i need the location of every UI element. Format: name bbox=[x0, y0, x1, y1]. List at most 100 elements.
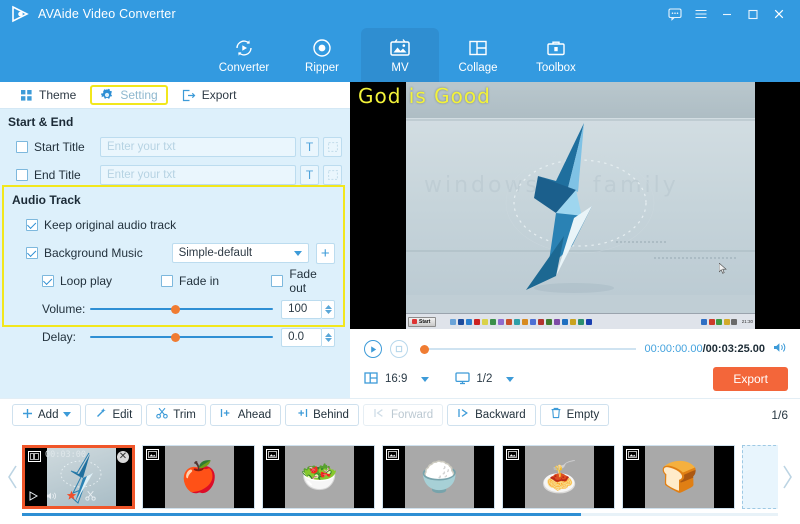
split-screen-value: 1/2 bbox=[476, 373, 493, 385]
filmstrip-clip-1[interactable]: 00:03:00 ✕ bbox=[22, 445, 135, 509]
ahead-button[interactable]: Ahead bbox=[209, 403, 282, 426]
feedback-icon[interactable] bbox=[662, 1, 688, 27]
filmstrip-next-arrow[interactable] bbox=[778, 430, 796, 524]
edit-button[interactable]: Edit bbox=[85, 403, 143, 426]
picture-frame-icon bbox=[388, 37, 412, 59]
volume-value[interactable]: 100 bbox=[281, 299, 323, 319]
tab-theme[interactable]: Theme bbox=[10, 85, 86, 105]
behind-button-label: Behind bbox=[313, 408, 349, 421]
title-bar: AVAide Video Converter bbox=[0, 0, 800, 28]
background-music-select[interactable]: Simple-default bbox=[171, 243, 309, 263]
gear-icon bbox=[100, 88, 114, 102]
fade-in-checkbox[interactable] bbox=[161, 275, 174, 287]
trim-button[interactable]: Trim bbox=[146, 403, 206, 426]
menu-icon[interactable] bbox=[688, 1, 714, 27]
video-stage[interactable]: windows xp family bbox=[350, 82, 800, 329]
filmstrip-scrollbar[interactable] bbox=[22, 513, 778, 516]
background-music-value: Simple-default bbox=[178, 247, 253, 259]
seek-bar-knob[interactable] bbox=[420, 344, 429, 354]
filmstrip-clip-6[interactable]: 🍞 bbox=[622, 445, 735, 509]
keep-original-checkbox[interactable] bbox=[26, 219, 38, 231]
forward-button[interactable]: Forward bbox=[362, 403, 444, 426]
maximize-icon[interactable] bbox=[740, 1, 766, 27]
playback-row: 00:00:00.00/00:03:25.00 bbox=[364, 337, 788, 361]
volume-slider[interactable] bbox=[89, 301, 274, 317]
volume-slider-knob[interactable] bbox=[171, 304, 181, 314]
nav-item-ripper[interactable]: Ripper bbox=[283, 28, 361, 82]
toolbox-icon bbox=[545, 37, 567, 59]
nav-item-collage[interactable]: Collage bbox=[439, 28, 517, 82]
clip-filmstrip: 00:03:00 ✕ 🍎 🥗 🍚 🍝 🍞 bbox=[0, 430, 800, 524]
export-button[interactable]: Export bbox=[713, 367, 788, 391]
clip-1-duration: 00:03:00 bbox=[45, 450, 86, 460]
filmstrip-prev-arrow[interactable] bbox=[4, 430, 22, 524]
filmstrip-clip-4[interactable]: 🍚 bbox=[382, 445, 495, 509]
seek-bar[interactable] bbox=[420, 342, 637, 356]
volume-label: Volume: bbox=[42, 302, 86, 316]
filmstrip-scrollbar-thumb[interactable] bbox=[22, 513, 582, 516]
filmstrip-clip-5[interactable]: 🍝 bbox=[502, 445, 615, 509]
delay-label: Delay: bbox=[42, 330, 77, 344]
nav-item-converter[interactable]: Converter bbox=[205, 28, 283, 82]
behind-button[interactable]: Behind bbox=[285, 403, 359, 426]
start-title-checkbox[interactable] bbox=[16, 141, 28, 153]
grid-dots-icon bbox=[20, 89, 33, 102]
trim-button-label: Trim bbox=[173, 408, 196, 421]
end-title-text-button[interactable]: T bbox=[300, 165, 319, 185]
app-logo-icon bbox=[10, 4, 30, 24]
end-title-checkbox[interactable] bbox=[16, 169, 28, 181]
clip-play-icon[interactable] bbox=[28, 490, 39, 504]
split-screen-control[interactable]: 1/2 bbox=[455, 371, 515, 388]
mouse-cursor-icon bbox=[718, 262, 727, 274]
clip-3-thumbnail: 🥗 bbox=[285, 446, 354, 508]
aspect-ratio-control[interactable]: 16:9 bbox=[364, 371, 430, 388]
main-content: Theme Setting Export Start & End Start T… bbox=[0, 82, 800, 398]
clip-volume-icon[interactable] bbox=[46, 491, 58, 504]
end-title-row: End Title T bbox=[16, 163, 342, 187]
monitor-icon bbox=[455, 371, 471, 388]
delay-slider[interactable] bbox=[89, 329, 274, 345]
tab-export[interactable]: Export bbox=[172, 85, 247, 105]
start-title-text-button[interactable]: T bbox=[300, 137, 319, 157]
add-button[interactable]: Add bbox=[12, 403, 82, 426]
export-arrow-icon bbox=[182, 89, 196, 102]
remove-clip-icon[interactable]: ✕ bbox=[117, 451, 129, 463]
play-circle-icon[interactable] bbox=[364, 340, 382, 358]
clip-trim-icon[interactable] bbox=[85, 490, 96, 504]
end-title-style-button[interactable] bbox=[323, 165, 342, 185]
move-forward-icon bbox=[373, 407, 386, 422]
output-options-row: 16:9 1/2 Export bbox=[364, 365, 788, 393]
audio-track-heading: Audio Track bbox=[12, 193, 81, 207]
add-music-button[interactable]: + bbox=[315, 242, 335, 264]
filmstrip-track: 00:03:00 ✕ 🍎 🥗 🍚 🍝 🍞 bbox=[22, 445, 778, 509]
edit-button-label: Edit bbox=[112, 408, 133, 421]
split-chevron-down-icon bbox=[506, 376, 515, 382]
tab-setting[interactable]: Setting bbox=[90, 85, 168, 105]
filmstrip-clip-3[interactable]: 🥗 bbox=[262, 445, 375, 509]
backward-button[interactable]: Backward bbox=[447, 403, 536, 426]
stop-square-icon[interactable] bbox=[390, 340, 408, 358]
clip-effects-icon[interactable] bbox=[66, 490, 77, 504]
delay-value[interactable]: 0.0 bbox=[281, 327, 323, 347]
start-title-style-button[interactable] bbox=[323, 137, 342, 157]
start-title-input[interactable] bbox=[100, 137, 296, 157]
nav-item-mv[interactable]: MV bbox=[361, 28, 439, 82]
nav-item-toolbox[interactable]: Toolbox bbox=[517, 28, 595, 82]
nav-label-mv: MV bbox=[391, 61, 409, 74]
speaker-icon[interactable] bbox=[773, 341, 788, 357]
end-title-input[interactable] bbox=[100, 165, 296, 185]
add-media-slot[interactable] bbox=[742, 445, 778, 509]
background-music-checkbox[interactable] bbox=[26, 247, 38, 259]
empty-button[interactable]: Empty bbox=[539, 403, 610, 426]
delay-stepper[interactable] bbox=[322, 327, 336, 347]
fade-out-checkbox[interactable] bbox=[271, 275, 284, 287]
settings-tabs: Theme Setting Export bbox=[0, 82, 350, 109]
delay-slider-knob[interactable] bbox=[171, 332, 181, 342]
settings-panel: Theme Setting Export Start & End Start T… bbox=[0, 82, 350, 398]
insert-ahead-icon bbox=[220, 407, 233, 422]
loop-play-checkbox[interactable] bbox=[42, 275, 54, 287]
minimize-icon[interactable] bbox=[714, 1, 740, 27]
close-icon[interactable] bbox=[766, 1, 792, 27]
volume-stepper[interactable] bbox=[322, 299, 336, 319]
filmstrip-clip-2[interactable]: 🍎 bbox=[142, 445, 255, 509]
